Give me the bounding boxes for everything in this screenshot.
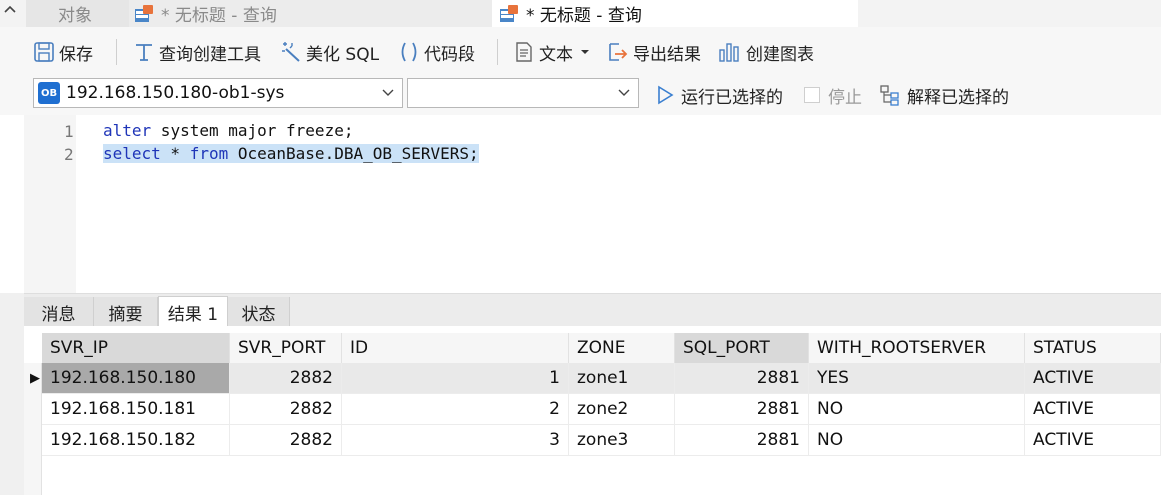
cell-svr-ip[interactable]: 192.168.150.182	[42, 425, 230, 456]
beautify-sql-label: 美化 SQL	[306, 44, 380, 65]
export-result-button[interactable]: 导出结果	[607, 39, 701, 65]
column-header-svr-ip[interactable]: SVR_IP	[42, 333, 230, 363]
document-icon	[516, 42, 532, 62]
toolbar-divider	[497, 39, 498, 65]
code-line-2-selected: select * from OceanBase.DBA_OB_SERVERS;	[103, 144, 479, 163]
code-snippet-label: 代码段	[424, 44, 475, 65]
chevron-down-icon	[382, 89, 394, 96]
text-menu-label: 文本	[539, 44, 573, 65]
cell-svr-port[interactable]: 2882	[230, 394, 342, 425]
tab-objects-label: 对象	[58, 6, 92, 26]
play-icon	[658, 85, 674, 105]
tab-query-1[interactable]: * 无标题 - 查询	[129, 0, 492, 27]
magic-wand-icon	[282, 42, 300, 62]
code-line-1: alter system major freeze;	[103, 121, 354, 140]
cell-sql-port[interactable]: 2881	[675, 363, 809, 394]
toolbar: 保存 查询创建工具 美化 SQL 代码段 文本 导出结果 创建图表	[0, 27, 1161, 75]
cell-status[interactable]: ACTIVE	[1025, 363, 1161, 394]
stop-icon	[804, 87, 820, 103]
bar-chart-icon	[719, 43, 739, 62]
stop-label: 停止	[828, 87, 862, 108]
cell-with-rootserver[interactable]: NO	[809, 394, 1025, 425]
export-result-label: 导出结果	[633, 44, 701, 65]
beautify-sql-button[interactable]: 美化 SQL	[280, 39, 379, 65]
tab-query-1-label: * 无标题 - 查询	[161, 6, 277, 26]
oceanbase-icon: OB	[38, 82, 60, 104]
table-row[interactable]: 192.168.150.181 2882 2 zone2 2881 NO ACT…	[24, 394, 1161, 425]
parentheses-icon	[401, 42, 417, 62]
cell-svr-port[interactable]: 2882	[230, 425, 342, 456]
explain-selected-label: 解释已选择的	[907, 87, 1009, 108]
query-builder-label: 查询创建工具	[159, 44, 261, 65]
column-header-zone[interactable]: ZONE	[569, 333, 675, 363]
database-select[interactable]	[407, 78, 639, 108]
connection-bar: OB 192.168.150.180-ob1-sys 运行已选择的 停止 解释已…	[0, 75, 1161, 115]
connection-name: 192.168.150.180-ob1-sys	[66, 83, 285, 103]
tab-result-1[interactable]: 结果 1	[158, 296, 228, 327]
table-row[interactable]: 192.168.150.182 2882 3 zone3 2881 NO ACT…	[24, 425, 1161, 456]
table-row[interactable]: ▶ 192.168.150.180 2882 1 zone1 2881 YES …	[24, 363, 1161, 394]
toolbar-divider	[116, 39, 117, 65]
cell-with-rootserver[interactable]: NO	[809, 425, 1025, 456]
cell-status[interactable]: ACTIVE	[1025, 425, 1161, 456]
column-header-sql-port[interactable]: SQL_PORT	[675, 333, 809, 363]
query-builder-button[interactable]: 查询创建工具	[133, 39, 261, 65]
column-header-with-rootserver[interactable]: WITH_ROOTSERVER	[809, 333, 1025, 363]
cell-with-rootserver[interactable]: YES	[809, 363, 1025, 394]
cell-svr-port[interactable]: 2882	[230, 363, 342, 394]
result-grid[interactable]: SVR_IP SVR_PORT ID ZONE SQL_PORT WITH_RO…	[24, 326, 1161, 495]
tab-query-2[interactable]: * 无标题 - 查询	[492, 0, 858, 27]
cell-zone[interactable]: zone1	[569, 363, 675, 394]
create-chart-label: 创建图表	[746, 44, 814, 65]
line-number: 2	[64, 145, 74, 164]
cell-zone[interactable]: zone2	[569, 394, 675, 425]
run-selected-label: 运行已选择的	[681, 87, 783, 108]
explain-selected-button[interactable]: 解释已选择的	[879, 82, 1009, 108]
sql-editor[interactable]: 1 2 alter system major freeze; select * …	[0, 115, 1161, 293]
cell-id[interactable]: 3	[342, 425, 569, 456]
result-tabs: 消息 摘要 结果 1 状态	[24, 293, 1161, 327]
query-table-icon	[135, 4, 153, 22]
create-chart-button[interactable]: 创建图表	[718, 39, 814, 65]
connection-select[interactable]: OB 192.168.150.180-ob1-sys	[33, 78, 403, 108]
cell-id[interactable]: 2	[342, 394, 569, 425]
save-button[interactable]: 保存	[33, 39, 93, 65]
tab-strip: 对象 * 无标题 - 查询 * 无标题 - 查询	[0, 0, 1161, 27]
cell-sql-port[interactable]: 2881	[675, 425, 809, 456]
cell-svr-ip[interactable]: 192.168.150.180	[42, 363, 230, 394]
tab-messages[interactable]: 消息	[24, 297, 94, 327]
line-number: 1	[64, 122, 74, 141]
cell-zone[interactable]: zone3	[569, 425, 675, 456]
text-menu-button[interactable]: 文本	[513, 39, 595, 65]
cell-svr-ip[interactable]: 192.168.150.181	[42, 394, 230, 425]
save-icon	[34, 42, 54, 62]
column-header-status[interactable]: STATUS	[1025, 333, 1161, 363]
run-selected-button[interactable]: 运行已选择的	[655, 82, 783, 108]
column-header-id[interactable]: ID	[342, 333, 569, 363]
tab-status[interactable]: 状态	[228, 297, 290, 327]
explain-tree-icon	[880, 85, 899, 106]
tab-query-2-label: * 无标题 - 查询	[526, 6, 642, 26]
tab-summary[interactable]: 摘要	[94, 297, 158, 327]
cell-id[interactable]: 1	[342, 363, 569, 394]
export-icon	[609, 43, 628, 61]
column-header-svr-port[interactable]: SVR_PORT	[230, 333, 342, 363]
cell-status[interactable]: ACTIVE	[1025, 394, 1161, 425]
stop-button[interactable]: 停止	[804, 82, 862, 108]
caret-down-icon	[581, 50, 589, 54]
query-table-icon	[500, 4, 518, 22]
query-builder-icon	[136, 44, 152, 61]
cell-sql-port[interactable]: 2881	[675, 394, 809, 425]
chevron-down-icon	[618, 89, 630, 96]
save-label: 保存	[59, 44, 93, 65]
chevron-up-icon[interactable]	[2, 2, 22, 22]
current-row-marker-icon: ▶	[30, 371, 40, 386]
tab-objects[interactable]: 对象	[26, 0, 129, 27]
code-snippet-button[interactable]: 代码段	[398, 39, 475, 65]
line-number-gutter	[24, 115, 76, 293]
query-window: 对象 * 无标题 - 查询 * 无标题 - 查询 保存 查询创建工具 美化 SQ…	[0, 0, 1161, 495]
